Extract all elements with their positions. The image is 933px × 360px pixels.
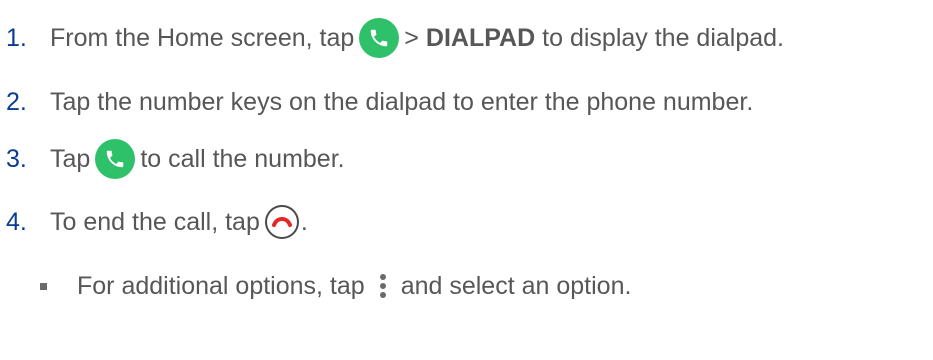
step-text: From the Home screen, tap: [50, 24, 355, 52]
bullet-text: For additional options, tap: [77, 272, 365, 300]
step-text: to call the number.: [140, 145, 345, 173]
phone-icon: [95, 139, 136, 179]
step-1: 1. From the Home screen, tap > DIALPAD t…: [6, 18, 784, 58]
step-4: 4. To end the call, tap .: [6, 202, 308, 242]
step-number: 1.: [6, 24, 27, 52]
step-number: 4.: [6, 208, 27, 236]
step-text: .: [300, 208, 308, 236]
step-number: 3.: [6, 145, 27, 173]
step-text: Tap the number keys on the dialpad to en…: [50, 88, 754, 116]
phone-icon: [359, 18, 400, 58]
step-text: Tap: [50, 145, 91, 173]
separator: >: [404, 24, 419, 52]
more-options-icon: [379, 274, 387, 298]
bullet-text: and select an option.: [400, 272, 632, 300]
step-3: 3. Tap to call the number.: [6, 139, 345, 179]
end-call-icon: [264, 205, 299, 239]
step-text: To end the call, tap: [50, 208, 260, 236]
step-2: 2. Tap the number keys on the dialpad to…: [6, 82, 753, 122]
bullet-icon: [40, 282, 47, 290]
dialpad-label: DIALPAD: [425, 24, 536, 52]
step-text: to display the dialpad.: [542, 24, 785, 52]
sub-bullet: For additional options, tap and select a…: [40, 266, 631, 306]
step-number: 2.: [6, 88, 27, 116]
